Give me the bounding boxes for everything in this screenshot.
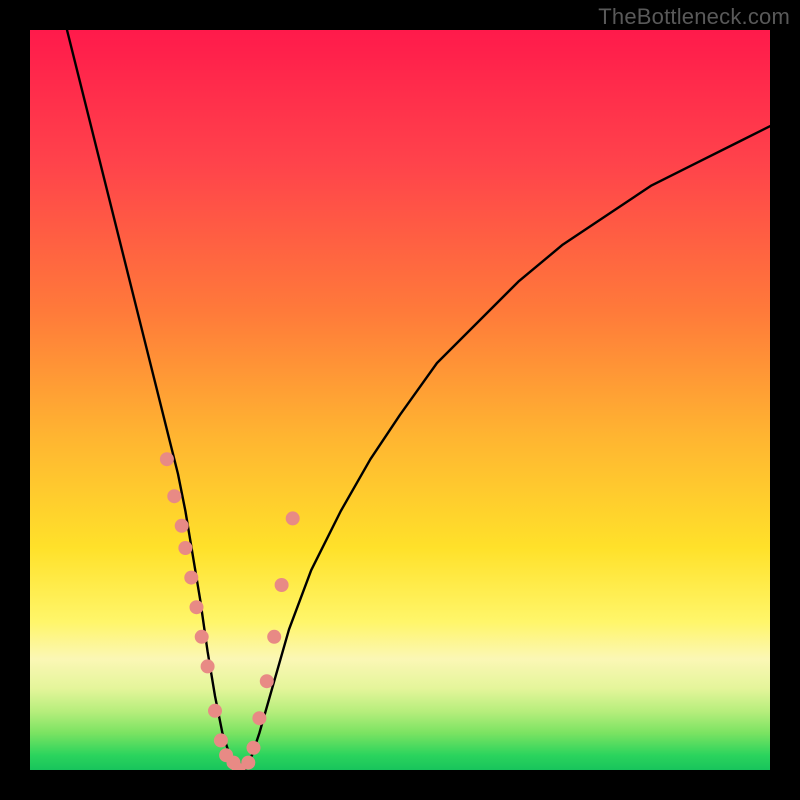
gradient-background: [30, 30, 770, 770]
sample-point: [167, 489, 181, 503]
sample-point: [160, 452, 174, 466]
sample-point: [201, 659, 215, 673]
sample-point: [184, 571, 198, 585]
chart-frame: TheBottleneck.com: [0, 0, 800, 800]
plot-area: [30, 30, 770, 770]
sample-point: [190, 600, 204, 614]
sample-point: [178, 541, 192, 555]
watermark-text: TheBottleneck.com: [598, 4, 790, 30]
sample-point: [247, 741, 261, 755]
sample-point: [286, 511, 300, 525]
sample-point: [175, 519, 189, 533]
sample-point: [241, 756, 255, 770]
sample-point: [252, 711, 266, 725]
sample-point: [208, 704, 222, 718]
sample-point: [260, 674, 274, 688]
sample-point: [195, 630, 209, 644]
sample-point: [267, 630, 281, 644]
chart-canvas: [30, 30, 770, 770]
sample-point: [214, 733, 228, 747]
sample-point: [275, 578, 289, 592]
